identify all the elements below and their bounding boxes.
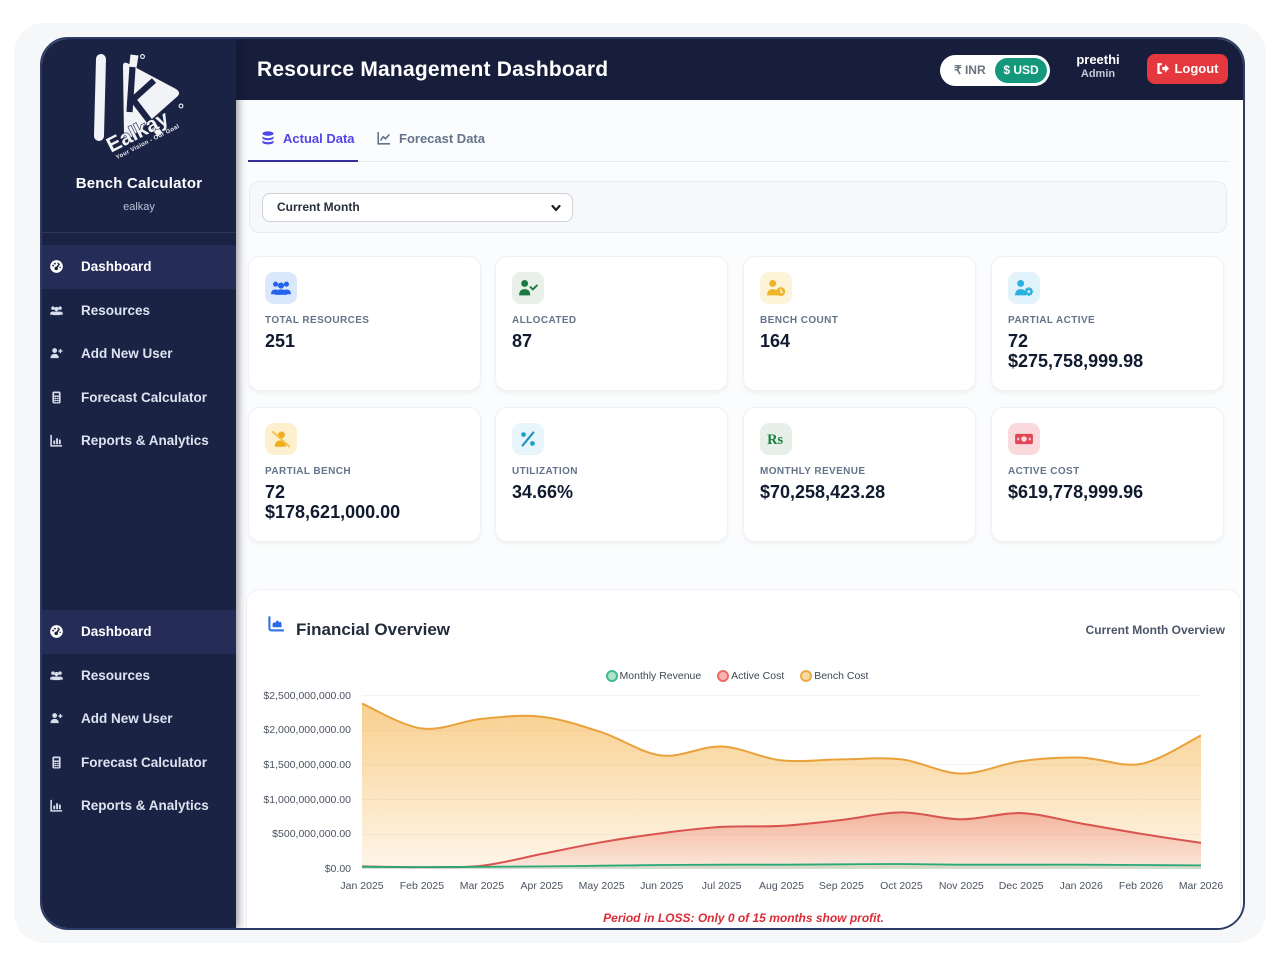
svg-text:Rs: Rs: [767, 432, 783, 448]
